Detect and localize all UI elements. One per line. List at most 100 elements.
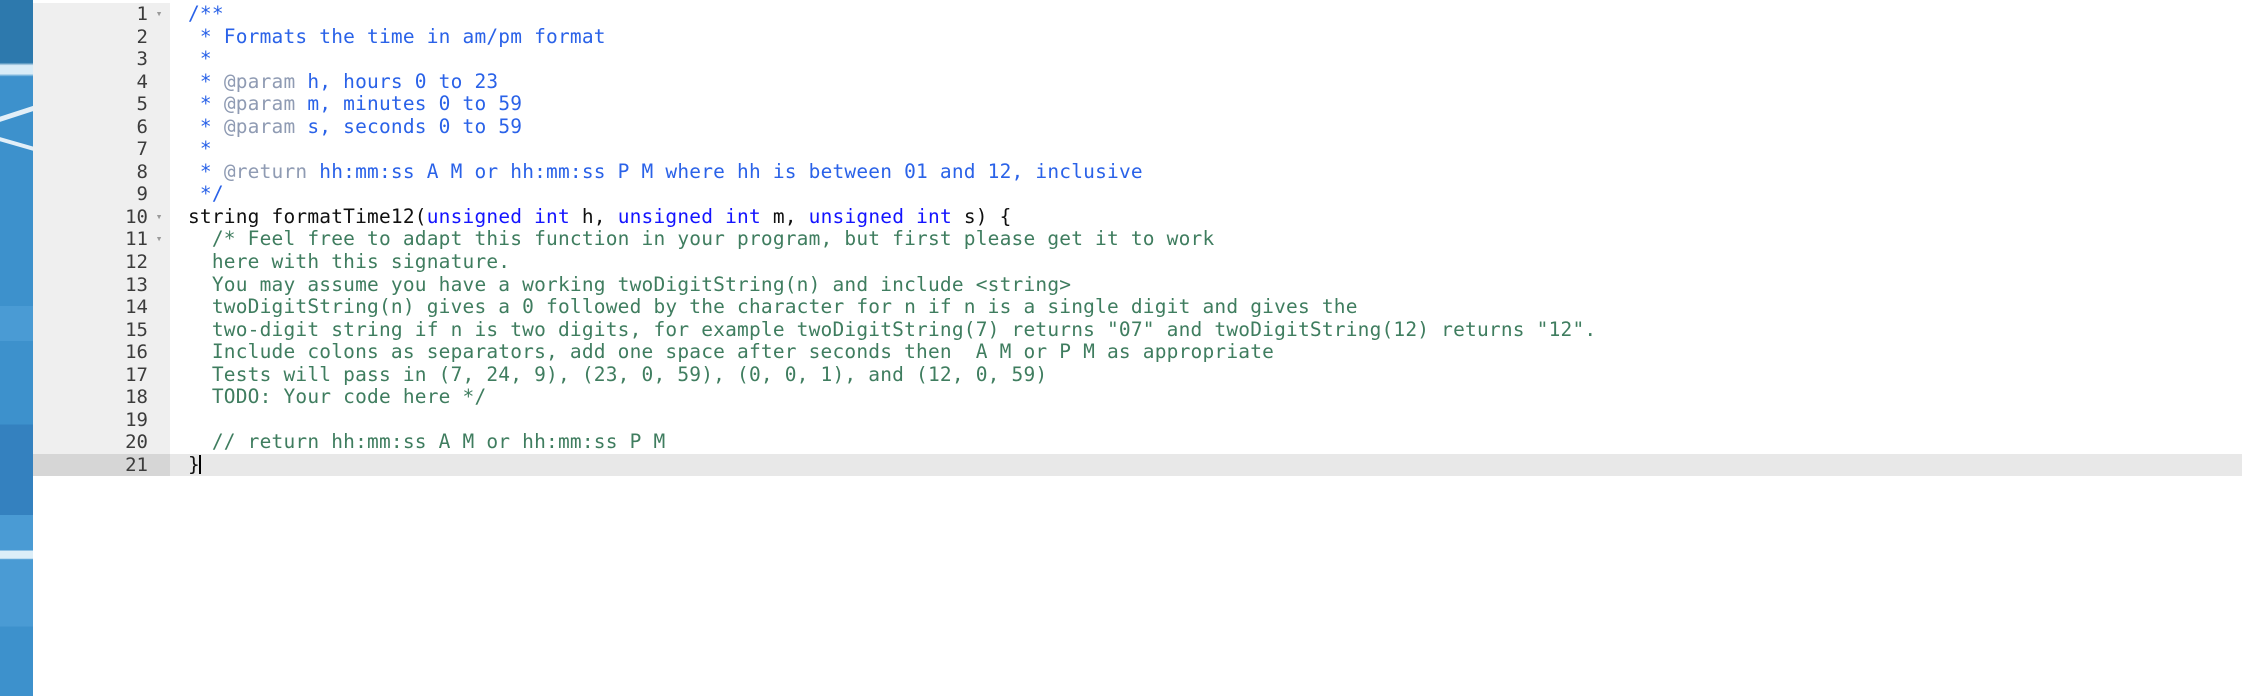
line-number: 9 [136,183,148,206]
code-line[interactable]: 20 // return hh:mm:ss A M or hh:mm:ss P … [33,431,2242,454]
code-editor-text-area[interactable]: 1 ▾/** 2 * Formats the time in am/pm forma… [33,0,2242,477]
line-number-gutter[interactable]: 18 [33,386,170,409]
line-number-gutter[interactable]: 10 ▾ [33,205,170,229]
line-number: 16 [125,341,148,364]
line-number: 5 [136,93,148,116]
code-line-content[interactable]: * @return hh:mm:ss A M or hh:mm:ss P M w… [170,159,2242,184]
code-line-content[interactable]: * @param s, seconds 0 to 59 [170,114,2242,139]
code-token-plain: m, [760,204,809,228]
line-number-gutter[interactable]: 21 [33,453,170,477]
code-line-content[interactable]: /** [170,2,2242,26]
line-number-gutter[interactable]: 20 [33,431,170,454]
code-editor-window[interactable]: 1 ▾/** 2 * Formats the time in am/pm forma… [33,0,2242,696]
code-line[interactable]: 10 ▾ string formatTime12(unsigned int h, u… [33,204,2242,229]
line-number: 8 [136,160,148,183]
code-line-content[interactable] [170,409,2242,432]
code-token-doc: /** [188,2,224,25]
line-number-gutter[interactable]: 1 ▾ [33,3,170,26]
line-number-gutter[interactable]: 11 ▾ [33,228,170,252]
code-line[interactable]: 16 Include colons as separators, add one… [33,340,2242,364]
code-line-content[interactable]: // return hh:mm:ss A M or hh:mm:ss P M [170,431,2242,454]
line-number-gutter[interactable]: 3 [33,48,170,71]
code-line[interactable]: 12 here with this signature. [33,250,2242,274]
code-token-doc: * [188,69,224,93]
code-line[interactable]: 13 You may assume you have a working two… [33,273,2242,297]
line-number: 19 [125,408,148,431]
code-line-content[interactable]: two-digit string if n is two digits, for… [170,318,2242,342]
code-line[interactable]: 8 * @return hh:mm:ss A M or hh:mm:ss P M… [33,159,2242,184]
code-line[interactable]: 9 */ [33,183,2242,206]
code-token-comment: Tests will pass in (7, 24, 9), (23, 0, 5… [188,362,1048,386]
code-line[interactable]: 7 * [33,138,2242,161]
line-number: 15 [125,318,148,341]
code-line-content[interactable]: Include colons as separators, add one sp… [170,340,2242,364]
code-token-doc: * [188,47,212,71]
line-number-gutter[interactable]: 7 [33,138,170,161]
code-token-doc: m, minutes 0 to 59 [295,92,523,116]
code-line[interactable]: 21} [33,453,2242,477]
code-line-content[interactable]: string formatTime12(unsigned int h, unsi… [170,204,2242,229]
code-line[interactable]: 2 * Formats the time in am/pm format [33,24,2242,49]
line-number-gutter[interactable]: 2 [33,25,170,49]
code-line[interactable]: 4 * @param h, hours 0 to 23 [33,69,2242,94]
code-line[interactable]: 11 ▾ /* Feel free to adapt this function … [33,228,2242,252]
code-token-comment: // return hh:mm:ss A M or hh:mm:ss P M [188,430,666,454]
line-number-gutter[interactable]: 6 [33,115,170,139]
code-line-content[interactable]: here with this signature. [170,250,2242,274]
line-number-gutter[interactable]: 13 [33,273,170,297]
code-line-content[interactable]: TODO: Your code here */ [170,386,2242,409]
code-token-doc: * Formats the time in am/pm format [188,24,606,48]
code-line-content[interactable]: twoDigitString(n) gives a 0 followed by … [170,295,2242,319]
fold-chevron-down-icon[interactable]: ▾ [152,228,166,251]
code-token-doc: * [188,92,224,116]
line-number-gutter[interactable]: 19 [33,408,170,432]
line-number-gutter[interactable]: 12 [33,251,170,274]
code-line-content[interactable]: * Formats the time in am/pm format [170,24,2242,49]
code-token-plain: string formatTime12( [188,204,427,228]
line-number-gutter[interactable]: 17 [33,363,170,387]
code-token-doc: hh:mm:ss A M or hh:mm:ss P M where hh is… [307,159,1143,183]
line-number: 18 [125,386,148,409]
code-line[interactable]: 5 * @param m, minutes 0 to 59 [33,92,2242,116]
line-number-gutter[interactable]: 16 [33,341,170,364]
code-line-content[interactable]: * [170,138,2242,161]
line-number: 6 [136,115,148,138]
code-token-tag: @param [223,114,296,138]
fold-chevron-down-icon[interactable]: ▾ [152,206,166,229]
code-token-doc: s, seconds 0 to 59 [295,114,523,138]
line-number-gutter[interactable]: 5 [33,93,170,116]
code-line[interactable]: 3 * [33,47,2242,71]
line-number-gutter[interactable]: 8 [33,160,170,184]
fold-chevron-down-icon[interactable]: ▾ [152,3,166,26]
code-line-content[interactable]: * @param m, minutes 0 to 59 [170,92,2242,116]
code-line-content[interactable]: You may assume you have a working twoDig… [170,273,2242,297]
code-line-content[interactable]: * [170,47,2242,71]
line-number: 4 [136,70,148,93]
line-number-gutter[interactable]: 4 [33,70,170,94]
code-line[interactable]: 18 TODO: Your code here */ [33,386,2242,409]
code-line[interactable]: 6 * @param s, seconds 0 to 59 [33,114,2242,139]
code-token-comment: Include colons as separators, add one sp… [188,340,1275,364]
code-line[interactable]: 14 twoDigitString(n) gives a 0 followed … [33,295,2242,319]
code-token-doc: * [188,114,224,138]
code-token-comment: /* Feel free to adapt this function in y… [188,227,1215,251]
code-token-comment: TODO: Your code here */ [188,385,487,409]
line-number: 7 [136,138,148,161]
code-line-content[interactable]: * @param h, hours 0 to 23 [170,69,2242,94]
code-token-tag: @return [223,159,308,183]
text-cursor [198,454,201,474]
line-number-gutter[interactable]: 14 [33,296,170,319]
line-number-gutter[interactable]: 9 [33,183,170,206]
line-number: 2 [136,25,148,48]
code-line-content[interactable]: Tests will pass in (7, 24, 9), (23, 0, 5… [170,362,2242,387]
code-line-content[interactable]: /* Feel free to adapt this function in y… [170,228,2242,251]
code-line-content[interactable]: } [170,453,2242,477]
code-line[interactable]: 15 two-digit string if n is two digits, … [33,318,2242,342]
code-token-doc: * [188,159,224,183]
code-line[interactable]: 17 Tests will pass in (7, 24, 9), (23, 0… [33,362,2242,387]
code-line[interactable]: 1 ▾ /** [33,2,2242,26]
line-number-gutter[interactable]: 15 [33,318,170,342]
code-line-content[interactable]: */ [170,183,2242,206]
line-number: 20 [125,431,148,454]
code-line[interactable]: 19 [33,408,2242,432]
